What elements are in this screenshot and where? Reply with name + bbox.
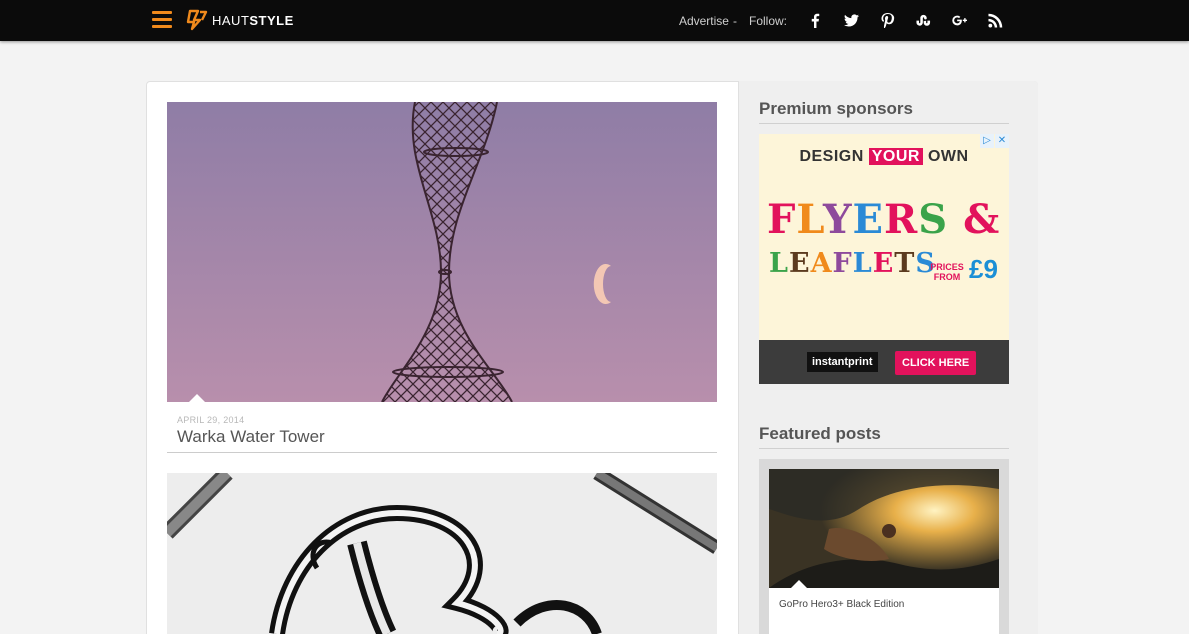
premium-sponsors-heading: Premium sponsors bbox=[759, 99, 1009, 124]
sponsor-ad-banner[interactable]: ▷ ✕ DESIGN YOUR OWN FLYERS & LEAFLETS PR… bbox=[759, 134, 1009, 384]
logo-text: HAUTSTYLE bbox=[212, 12, 294, 28]
post-date: APRIL 29, 2014 bbox=[177, 415, 245, 425]
ad-leaflets-text: LEAFLETS bbox=[769, 248, 936, 279]
logo-icon bbox=[186, 9, 208, 31]
featured-notch bbox=[791, 580, 807, 588]
ad-click-here-button[interactable]: CLICK HERE bbox=[895, 351, 977, 375]
follow-label: Follow: bbox=[748, 13, 787, 28]
featured-post-card[interactable]: GoPro Hero3+ Black Edition bbox=[769, 469, 999, 634]
adchoices-icon[interactable]: ▷ bbox=[980, 134, 994, 148]
featured-post-title[interactable]: GoPro Hero3+ Black Edition bbox=[779, 599, 904, 610]
ad-flyers-text: FLYERS & bbox=[767, 196, 1001, 243]
header-right-nav: Advertise - Follow: bbox=[679, 0, 1189, 41]
ad-price: £9 bbox=[969, 254, 998, 284]
top-navbar: HAUTSTYLE Advertise - Follow: bbox=[0, 0, 1189, 41]
post-meta: APRIL 29, 2014 Warka Water Tower bbox=[167, 394, 717, 453]
hamburger-menu-icon[interactable] bbox=[152, 11, 172, 29]
ad-prices-from: PRICES FROM bbox=[930, 262, 964, 282]
google-plus-icon[interactable] bbox=[941, 0, 977, 41]
twitter-icon[interactable] bbox=[833, 0, 869, 41]
post-notch bbox=[189, 394, 205, 402]
ad-headline: DESIGN YOUR OWN bbox=[799, 148, 969, 165]
ad-choices[interactable]: ▷ ✕ bbox=[979, 134, 1009, 148]
pinterest-icon[interactable] bbox=[869, 0, 905, 41]
facebook-icon[interactable] bbox=[797, 0, 833, 41]
rss-icon[interactable] bbox=[977, 0, 1013, 41]
post-image-warka[interactable] bbox=[167, 102, 717, 402]
ad-brand-logo: instantprint bbox=[807, 352, 878, 372]
stumbleupon-icon[interactable] bbox=[905, 0, 941, 41]
nav-separator: - bbox=[732, 13, 737, 28]
featured-posts-heading: Featured posts bbox=[759, 424, 1009, 449]
ad-close-icon[interactable]: ✕ bbox=[995, 134, 1009, 148]
ad-footer: instantprint CLICK HERE bbox=[759, 340, 1009, 384]
post-title-link[interactable]: Warka Water Tower bbox=[177, 427, 325, 447]
post-image-lettering[interactable] bbox=[167, 473, 717, 634]
site-logo[interactable]: HAUTSTYLE bbox=[186, 9, 294, 31]
featured-post-image[interactable] bbox=[769, 469, 999, 588]
advertise-link[interactable]: Advertise bbox=[679, 14, 729, 28]
